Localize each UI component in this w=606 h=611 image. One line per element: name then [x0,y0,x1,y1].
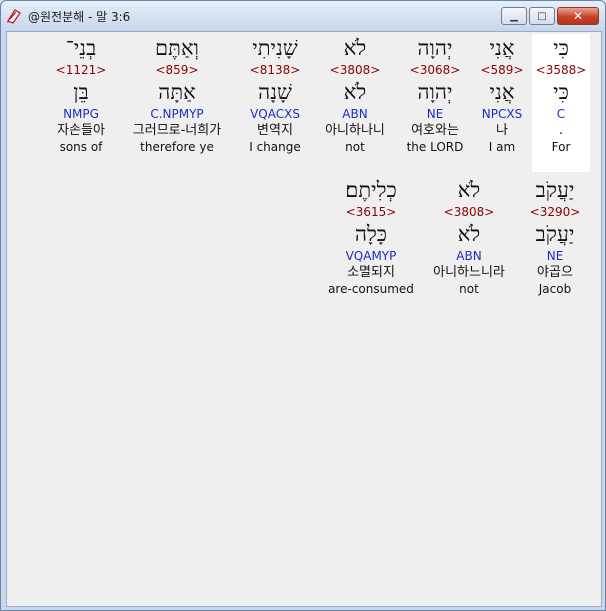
close-button[interactable]: ✕ [557,7,599,25]
caption-buttons: ▁ □ ✕ [501,7,599,25]
word-card[interactable]: כְלִיתֶם׃ <3615> כָּלָה VQAMYP 소멸되지 are-… [325,176,417,314]
strong-number[interactable]: <8138> [237,62,313,78]
english-gloss: are-consumed [328,282,414,296]
hebrew-lemma: יְהוָה [417,80,453,104]
hebrew-lemma: כִּי [553,80,569,104]
korean-gloss: 나 [496,123,508,138]
korean-gloss: . [558,123,564,138]
strong-number[interactable]: <859> [119,62,235,78]
minimize-icon: ▁ [510,10,518,22]
strong-number[interactable]: <589> [473,62,531,78]
english-gloss: I change [249,140,301,154]
strong-number[interactable]: <3808> [315,62,395,78]
korean-gloss: 여호와는 [411,123,459,138]
english-gloss: For [551,140,571,154]
maximize-button[interactable]: □ [529,7,555,25]
hebrew-lemma: לֹא [343,80,367,104]
parsing-code: VQACXS [250,107,300,121]
hebrew-word: יַעֲקֹב [535,178,575,202]
title-bar[interactable]: @원전분해 - 말 3:6 ▁ □ ✕ [1,1,605,31]
parsing-code: VQAMYP [345,249,397,263]
word-card[interactable]: לֹא <3808> לֹא ABN 아니하느니라 not [419,176,519,314]
hebrew-word: כְלִיתֶם׃ [345,178,397,202]
korean-gloss: 아니하느니라 [433,265,505,280]
hebrew-word: לֹא [457,178,481,202]
hebrew-word: יְהוָה [417,36,453,60]
strong-number[interactable]: <3615> [325,204,417,220]
hebrew-word: אֲנִי [489,36,515,60]
hebrew-word: כִּי [553,36,569,60]
word-card[interactable]: אֲנִי <589> אֲנִי NPCXS 나 I am [473,34,531,172]
korean-gloss: 자손들아 [57,123,105,138]
hebrew-lemma: אֲנִי [489,80,515,104]
english-gloss: Jacob [538,282,572,296]
hebrew-word: וְאַתֶּם [155,36,199,60]
parsing-code: C.NPMYP [150,107,204,121]
korean-gloss: 소멸되지 [347,265,395,280]
word-card[interactable]: בְנֵי־ <1121> בֵּן NMPG 자손들아 sons of [43,34,119,172]
app-window: @원전분해 - 말 3:6 ▁ □ ✕ כִּי <3588> כִּי C .… [0,0,606,611]
english-gloss: not [345,140,365,154]
english-gloss: I am [488,140,516,154]
english-gloss: therefore ye [140,140,214,154]
strong-number[interactable]: <3290> [521,204,589,220]
hebrew-lemma: יַעֲקֹב [535,222,575,246]
parsing-code: NMPG [63,107,99,121]
hebrew-lemma: אַתָּה [158,80,196,104]
word-card[interactable]: לֹא <3808> לֹא ABN 아니하나니 not [315,34,395,172]
window-title: @원전분해 - 말 3:6 [28,9,131,24]
analysis-panel[interactable]: כִּי <3588> כִּי C . For אֲנִי <589> אֲנ… [6,31,602,607]
strong-number[interactable]: <1121> [43,62,119,78]
parsing-code: ABN [342,107,368,121]
parsing-code: NE [546,249,564,263]
word-card[interactable]: שָׁנִיתִי <8138> שָׁנָה VQACXS 변역지 I cha… [237,34,313,172]
strong-number[interactable]: <3588> [532,62,590,78]
english-gloss: sons of [59,140,103,154]
pen-book-icon [6,8,22,24]
english-gloss: not [459,282,479,296]
korean-gloss: 야곱으 [537,265,573,280]
korean-gloss: 그러므로-너희가 [132,123,222,138]
korean-gloss: 아니하나니 [325,123,385,138]
minimize-button[interactable]: ▁ [501,7,527,25]
hebrew-lemma: כָּלָה [354,222,388,246]
close-icon: ✕ [572,9,584,23]
parsing-code: NPCXS [481,107,523,121]
hebrew-word: לֹא [343,36,367,60]
hebrew-word: בְנֵי־ [65,36,97,60]
strong-number[interactable]: <3808> [419,204,519,220]
word-card[interactable]: וְאַתֶּם <859> אַתָּה C.NPMYP 그러므로-너희가 t… [119,34,235,172]
parsing-code: ABN [456,249,482,263]
hebrew-lemma: בֵּן [73,80,89,104]
word-card[interactable]: יְהוָה <3068> יְהוָה NE 여호와는 the LORD [397,34,473,172]
hebrew-lemma: שָׁנָה [258,80,292,104]
hebrew-lemma: לֹא [457,222,481,246]
korean-gloss: 변역지 [257,123,293,138]
word-card[interactable]: יַעֲקֹב <3290> יַעֲקֹב NE 야곱으 Jacob [521,176,589,314]
parsing-code: NE [426,107,444,121]
english-gloss: the LORD [406,140,464,154]
maximize-icon: □ [537,10,547,22]
strong-number[interactable]: <3068> [397,62,473,78]
hebrew-word: שָׁנִיתִי [252,36,298,60]
parsing-code: C [556,107,566,121]
word-card[interactable]: כִּי <3588> כִּי C . For [532,34,590,172]
